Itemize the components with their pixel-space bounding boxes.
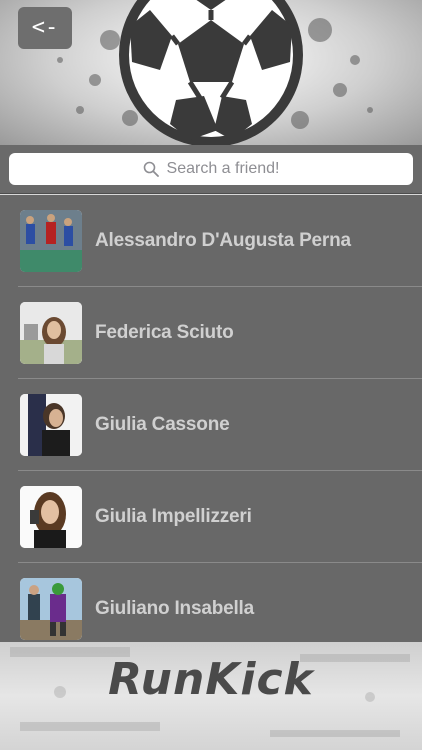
list-item[interactable]: Giulia Impellizzeri [0, 471, 422, 563]
search-input[interactable]: Search a friend! [9, 153, 413, 185]
friend-name: Federica Sciuto [95, 322, 234, 343]
search-bar: Search a friend! [0, 145, 422, 194]
friend-list: Alessandro D'Augusta Perna Federica Sciu… [0, 195, 422, 642]
friend-name: Alessandro D'Augusta Perna [95, 230, 351, 251]
runkick-logo: RunKick [108, 654, 314, 705]
friend-name: Giulia Impellizzeri [95, 506, 252, 527]
friend-name: Giulia Cassone [95, 414, 230, 435]
search-placeholder: Search a friend! [166, 160, 280, 177]
header-banner: <- [0, 0, 422, 145]
search-icon [143, 161, 159, 177]
avatar [20, 302, 82, 364]
list-item[interactable]: Giulia Cassone [0, 379, 422, 471]
list-item[interactable]: Giuliano Insabella [0, 563, 422, 642]
back-button[interactable]: <- [18, 7, 72, 49]
footer-banner: RunKick [0, 642, 422, 750]
avatar [20, 394, 82, 456]
list-item[interactable]: Federica Sciuto [0, 287, 422, 379]
avatar [20, 486, 82, 548]
friend-name: Giuliano Insabella [95, 598, 254, 619]
avatar [20, 578, 82, 640]
avatar [20, 210, 82, 272]
list-item[interactable]: Alessandro D'Augusta Perna [0, 195, 422, 287]
soccer-ball-icon [119, 0, 303, 145]
